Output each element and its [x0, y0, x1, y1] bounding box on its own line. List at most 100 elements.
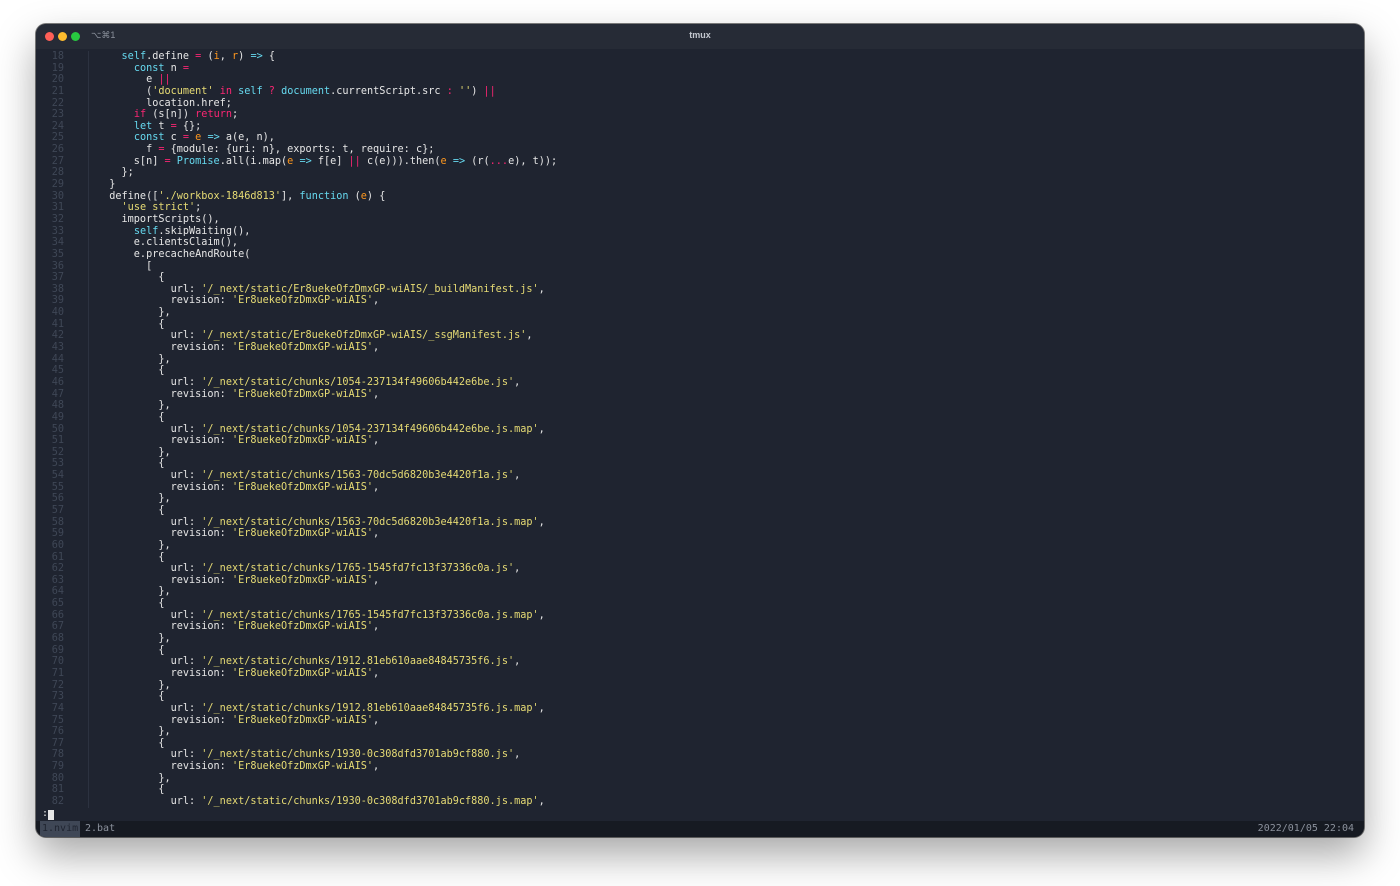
code-line[interactable]: 46 url: '/_next/static/chunks/1054-23713… [36, 377, 1364, 389]
code-text: }, [97, 726, 170, 738]
code-line[interactable]: 65 { [36, 598, 1364, 610]
code-line[interactable]: 25 const c = e => a(e, n), [36, 132, 1364, 144]
code-line[interactable]: 40 }, [36, 307, 1364, 319]
tmux-window-tab-bat[interactable]: 2.bat [85, 821, 115, 837]
code-line[interactable]: 45 { [36, 365, 1364, 377]
code-text: }, [97, 354, 170, 366]
code-line[interactable]: 27 s[n] = Promise.all(i.map(e => f[e] ||… [36, 156, 1364, 168]
code-line[interactable]: 30 define(['./workbox-1846d813'], functi… [36, 191, 1364, 203]
code-text: { [97, 505, 164, 517]
code-line[interactable]: 37 { [36, 272, 1364, 284]
code-line[interactable]: 36 [ [36, 261, 1364, 273]
code-line[interactable]: 35 e.precacheAndRoute( [36, 249, 1364, 261]
code-line[interactable]: 19 const n = [36, 63, 1364, 75]
code-line[interactable]: 68 }, [36, 633, 1364, 645]
code-text: { [97, 412, 164, 424]
code-line[interactable]: 38 url: '/_next/static/Er8uekeOfzDmxGP-w… [36, 284, 1364, 296]
code-line[interactable]: 79 revision: 'Er8uekeOfzDmxGP-wiAIS', [36, 761, 1364, 773]
code-line[interactable]: 54 url: '/_next/static/chunks/1563-70dc5… [36, 470, 1364, 482]
code-line[interactable]: 64 }, [36, 586, 1364, 598]
code-text: revision: 'Er8uekeOfzDmxGP-wiAIS', [97, 342, 380, 354]
code-line[interactable]: 59 revision: 'Er8uekeOfzDmxGP-wiAIS', [36, 528, 1364, 540]
line-number: 37 [51, 272, 64, 284]
tmux-window-tab-nvim[interactable]: 1.nvim [40, 821, 81, 837]
code-text: }, [97, 307, 170, 319]
code-token: revision: [97, 388, 232, 400]
code-line[interactable]: 70 url: '/_next/static/chunks/1912.81eb6… [36, 656, 1364, 668]
code-line[interactable]: 55 revision: 'Er8uekeOfzDmxGP-wiAIS', [36, 482, 1364, 494]
command-line[interactable]: : [40, 808, 54, 820]
code-line[interactable]: 42 url: '/_next/static/Er8uekeOfzDmxGP-w… [36, 330, 1364, 342]
line-number: 23 [51, 109, 64, 121]
code-line[interactable]: 63 revision: 'Er8uekeOfzDmxGP-wiAIS', [36, 575, 1364, 587]
window-title: tmux [689, 30, 711, 40]
code-line[interactable]: 57 { [36, 505, 1364, 517]
code-line[interactable]: 48 }, [36, 400, 1364, 412]
code-token: ) [471, 85, 484, 97]
code-token: , [538, 702, 545, 714]
code-line[interactable]: 66 url: '/_next/static/chunks/1765-1545f… [36, 610, 1364, 622]
code-line[interactable]: 43 revision: 'Er8uekeOfzDmxGP-wiAIS', [36, 342, 1364, 354]
code-line[interactable]: 77 { [36, 738, 1364, 750]
code-line[interactable]: 58 url: '/_next/static/chunks/1563-70dc5… [36, 517, 1364, 529]
code-line[interactable]: 82 url: '/_next/static/chunks/1930-0c308… [36, 796, 1364, 808]
code-token: const [133, 132, 165, 144]
code-line[interactable]: 24 let t = {}; [36, 121, 1364, 133]
code-line[interactable]: 22 location.href; [36, 98, 1364, 110]
code-token: , [538, 516, 545, 528]
code-line[interactable]: 62 url: '/_next/static/chunks/1765-1545f… [36, 563, 1364, 575]
code-token: './workbox-1846d813' [158, 190, 282, 202]
code-line[interactable]: 29 } [36, 179, 1364, 191]
code-line[interactable]: 28 }; [36, 167, 1364, 179]
code-line[interactable]: 18 self.define = (i, r) => { [36, 51, 1364, 63]
code-line[interactable]: 74 url: '/_next/static/chunks/1912.81eb6… [36, 703, 1364, 715]
code-line[interactable]: 78 url: '/_next/static/chunks/1930-0c308… [36, 749, 1364, 761]
code-line[interactable]: 52 }, [36, 447, 1364, 459]
code-line[interactable]: 76 }, [36, 726, 1364, 738]
code-line[interactable]: 67 revision: 'Er8uekeOfzDmxGP-wiAIS', [36, 621, 1364, 633]
code-line[interactable]: 60 }, [36, 540, 1364, 552]
line-number: 26 [51, 144, 64, 156]
code-line[interactable]: 69 { [36, 645, 1364, 657]
code-line[interactable]: 20 e || [36, 74, 1364, 86]
code-token: url: [97, 796, 202, 807]
code-line[interactable]: 21 ('document' in self ? document.curren… [36, 86, 1364, 98]
code-line[interactable]: 49 { [36, 412, 1364, 424]
code-line[interactable]: 72 }, [36, 680, 1364, 692]
code-token: c(e))).then( [360, 155, 441, 167]
code-line[interactable]: 33 self.skipWaiting(), [36, 226, 1364, 238]
code-line[interactable]: 44 }, [36, 354, 1364, 366]
code-line[interactable]: 32 importScripts(), [36, 214, 1364, 226]
line-number: 22 [51, 97, 64, 109]
code-line[interactable]: 41 { [36, 319, 1364, 331]
code-token: ) [238, 51, 251, 62]
code-line[interactable]: 71 revision: 'Er8uekeOfzDmxGP-wiAIS', [36, 668, 1364, 680]
line-number: 77 [51, 737, 64, 749]
code-line[interactable]: 80 }, [36, 773, 1364, 785]
code-token: revision: [97, 714, 232, 726]
code-text: url: '/_next/static/chunks/1563-70dc5d68… [97, 470, 521, 482]
code-line[interactable]: 23 if (s[n]) return; [36, 109, 1364, 121]
code-line[interactable]: 61 { [36, 552, 1364, 564]
code-token: }, [97, 679, 171, 691]
code-line[interactable]: 39 revision: 'Er8uekeOfzDmxGP-wiAIS', [36, 295, 1364, 307]
code-line[interactable]: 73 { [36, 691, 1364, 703]
code-line[interactable]: 56 }, [36, 493, 1364, 505]
code-line[interactable]: 53 { [36, 458, 1364, 470]
code-token: || [483, 85, 496, 97]
code-text: if (s[n]) return; [97, 109, 238, 121]
code-line[interactable]: 51 revision: 'Er8uekeOfzDmxGP-wiAIS', [36, 435, 1364, 447]
code-token: ( [201, 51, 214, 62]
code-line[interactable]: 34 e.clientsClaim(), [36, 237, 1364, 249]
code-text: }, [97, 400, 170, 412]
code-line[interactable]: 81 { [36, 784, 1364, 796]
code-line[interactable]: 50 url: '/_next/static/chunks/1054-23713… [36, 424, 1364, 436]
code-token: { [97, 737, 165, 749]
code-line[interactable]: 47 revision: 'Er8uekeOfzDmxGP-wiAIS', [36, 389, 1364, 401]
code-line[interactable]: 31 'use strict'; [36, 202, 1364, 214]
code-line[interactable]: 26 f = {module: {uri: n}, exports: t, re… [36, 144, 1364, 156]
code-token: 'Er8uekeOfzDmxGP-wiAIS' [231, 528, 374, 540]
code-line[interactable]: 75 revision: 'Er8uekeOfzDmxGP-wiAIS', [36, 715, 1364, 727]
code-editor[interactable]: 18 self.define = (i, r) => {19 const n =… [36, 51, 1364, 814]
